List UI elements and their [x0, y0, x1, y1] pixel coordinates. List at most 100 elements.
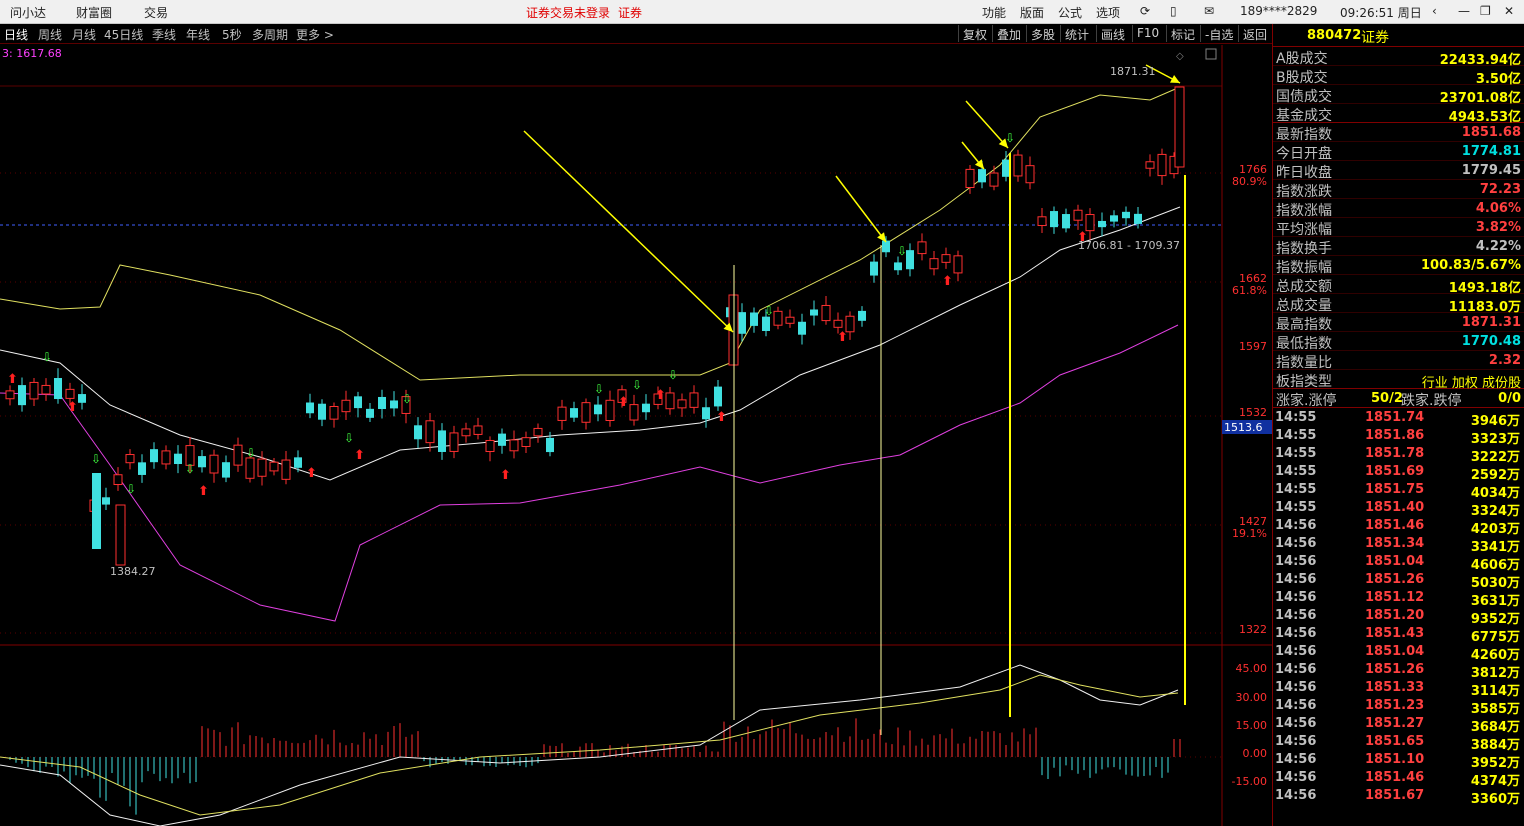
restore-icon[interactable]: ❐: [1480, 4, 1491, 18]
stat-row: 最高指数 1871.31: [1273, 313, 1524, 333]
stat-label: 指数换手: [1276, 241, 1332, 257]
tick-price: 1851.26: [1365, 572, 1425, 587]
user-account[interactable]: 189****2829: [1240, 4, 1317, 18]
annotation-arrow: [835, 175, 887, 243]
menu-layout[interactable]: 版面: [1020, 4, 1044, 21]
stat-value: 1770.48: [1461, 334, 1521, 349]
down-arrow-icon: ⇩: [897, 244, 907, 258]
login-notice[interactable]: 证券交易未登录: [526, 4, 610, 21]
candle-body-down: [762, 316, 770, 331]
tick-time: 14:56: [1275, 572, 1317, 587]
down-arrow-icon: ⇩: [126, 482, 136, 496]
chart-grid: [0, 45, 1272, 826]
tick-row: 14:56 1851.10 3952万: [1273, 750, 1524, 771]
login-notice-tag[interactable]: 证券: [618, 4, 642, 21]
stat-label: 昨日收盘: [1276, 165, 1332, 181]
stat-value: 2.32: [1488, 353, 1521, 368]
tool-stats[interactable]: 统计: [1060, 25, 1093, 42]
candle-body-down: [78, 394, 86, 403]
menu-trade[interactable]: 交易: [144, 4, 168, 21]
candle-body-down: [366, 408, 374, 418]
tick-price: 1851.04: [1365, 554, 1425, 569]
candle-body-up: [1145, 161, 1155, 169]
tool-fuquan[interactable]: 复权: [958, 25, 991, 42]
period-5sec[interactable]: 5秒: [222, 26, 242, 43]
tick-time: 14:56: [1275, 752, 1317, 767]
tick-row: 14:56 1851.26 3812万: [1273, 660, 1524, 681]
menu-function[interactable]: 功能: [982, 4, 1006, 21]
upper-band: [0, 86, 1181, 381]
panel-code: 880472: [1307, 28, 1362, 43]
period-season[interactable]: 季线: [152, 26, 176, 43]
tool-draw[interactable]: 画线: [1096, 25, 1129, 42]
candle-body-up: [1013, 154, 1023, 177]
candle-body-down: [906, 250, 914, 270]
tick-price: 1851.75: [1365, 482, 1425, 497]
minimize-icon[interactable]: —: [1458, 4, 1470, 18]
stat-row: 最新指数 1851.68: [1273, 123, 1524, 143]
diamond-icon[interactable]: ◇: [1176, 51, 1184, 62]
ma-label: 3: 1617.68: [2, 47, 62, 60]
candle-body-down: [1134, 213, 1142, 224]
expand-icon[interactable]: [1205, 48, 1217, 60]
candle-body-down: [546, 437, 554, 453]
candle-body-down: [354, 396, 362, 409]
period-year[interactable]: 年线: [186, 26, 210, 43]
tool-back[interactable]: 返回: [1238, 25, 1271, 42]
tool-multistock[interactable]: 多股: [1026, 25, 1059, 42]
candle-body-up: [209, 454, 219, 474]
tool-overlay[interactable]: 叠加: [992, 25, 1025, 42]
candle-body-down: [498, 433, 506, 446]
refresh-icon[interactable]: ⟳: [1140, 4, 1150, 18]
back-icon[interactable]: ‹: [1432, 4, 1437, 18]
tick-time: 14:55: [1275, 446, 1317, 461]
stat-row: 总成交额 1493.18亿: [1273, 275, 1524, 296]
tick-price: 1851.20: [1365, 608, 1425, 623]
candle-body-up: [425, 420, 435, 444]
candle-body-up: [461, 428, 471, 437]
price-axis-label: 1532: [1239, 406, 1267, 419]
candle-body-down: [594, 404, 602, 415]
period-day[interactable]: 日线: [4, 26, 28, 43]
menu-wenxiaoda[interactable]: 问小达: [10, 4, 46, 21]
kline-chart[interactable]: ⬆⬆⬆⬆⬆⬆⬆ ⬆⬆⬆⬆⬆⇩⇩⇩⇩⇩⇩⇩⇩ ⇩⇩⇩⇩⇩ 176680.9%16626…: [0, 45, 1272, 826]
period-month[interactable]: 月线: [72, 26, 96, 43]
menu-formula[interactable]: 公式: [1058, 4, 1082, 21]
tick-price: 1851.34: [1365, 536, 1425, 551]
tick-time: 14:56: [1275, 536, 1317, 551]
candle-body-down: [1098, 220, 1106, 228]
menu-caifuquan[interactable]: 财富圈: [76, 4, 112, 21]
period-week[interactable]: 周线: [38, 26, 62, 43]
tick-price: 1851.33: [1365, 680, 1425, 695]
tool-mark[interactable]: 标记: [1166, 25, 1199, 42]
candle-body-up: [965, 168, 975, 189]
close-icon[interactable]: ✕: [1504, 4, 1514, 18]
period-more[interactable]: 更多 >: [296, 26, 334, 43]
stat-value: 1774.81: [1461, 144, 1521, 159]
menu-options[interactable]: 选项: [1096, 4, 1120, 21]
period-45day[interactable]: 45日线: [104, 26, 143, 43]
stat-label: 最低指数: [1276, 336, 1332, 352]
candle-body-down: [138, 462, 146, 475]
tick-time: 14:55: [1275, 500, 1317, 515]
candle-body-down: [1122, 211, 1130, 219]
candle-body-down: [54, 378, 62, 400]
tick-row: 14:55 1851.69 2592万: [1273, 462, 1524, 483]
period-multi[interactable]: 多周期: [252, 26, 288, 43]
tick-price: 1851.40: [1365, 500, 1425, 515]
candle-body-up: [125, 454, 135, 464]
tick-price: 1851.78: [1365, 446, 1425, 461]
down-arrow-icon: ⇩: [668, 368, 678, 382]
stat-label: 基金成交: [1276, 108, 1332, 124]
up-arrow-icon: ⬆: [618, 395, 629, 410]
candle-body-down: [870, 261, 878, 276]
tick-price: 1851.10: [1365, 752, 1425, 767]
candle-body-up: [821, 304, 831, 322]
mail-icon[interactable]: ✉: [1204, 4, 1214, 18]
tool-f10[interactable]: F10: [1132, 25, 1163, 42]
phone-icon[interactable]: ▯: [1170, 4, 1177, 18]
tick-time: 14:56: [1275, 662, 1317, 677]
tick-row: 14:55 1851.74 3946万: [1273, 408, 1524, 429]
candle-body-down: [750, 312, 758, 326]
tool-watchlist[interactable]: -自选: [1200, 25, 1237, 42]
